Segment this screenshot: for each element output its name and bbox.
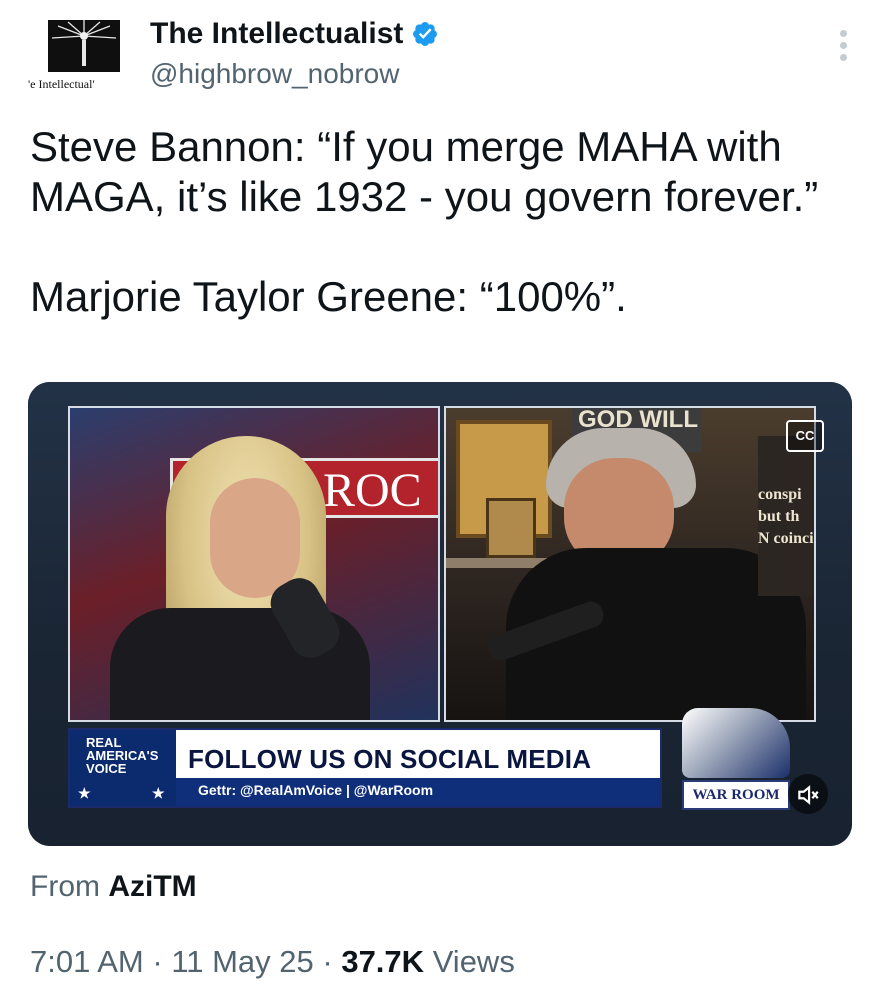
closed-captions-button[interactable]: CC (786, 420, 824, 452)
tweet-paragraph: Marjorie Taylor Greene: “100%”. (30, 273, 627, 320)
views-label: Views (432, 944, 515, 979)
person-face (210, 478, 300, 598)
source-prefix: From (30, 870, 100, 903)
picture-frame (486, 498, 536, 558)
tweet-text: Steve Bannon: “If you merge MAHA with MA… (30, 122, 850, 322)
author-display-name[interactable]: The Intellectualist (150, 17, 403, 51)
banner-headline: FOLLOW US ON SOCIAL MEDIA (188, 744, 592, 774)
tweet-paragraph: Steve Bannon: “If you merge MAHA with MA… (30, 123, 819, 220)
separator: · (152, 944, 172, 979)
network-logo: REAL AMERICA'S VOICE ★ ★ (70, 730, 176, 806)
tweet-date[interactable]: 11 May 25 (171, 944, 313, 979)
author-handle[interactable]: @highbrow_nobrow (150, 58, 399, 90)
side-sign: conspi but th N coinci (758, 436, 814, 596)
lower-third-banner: REAL AMERICA'S VOICE ★ ★ FOLLOW US ON SO… (68, 728, 662, 808)
war-room-label: WAR ROOM (682, 780, 790, 810)
views-count: 37.7K (341, 944, 425, 979)
video-player[interactable]: ROC GOD WILL BE conspi but th N coinci C… (28, 382, 852, 846)
video-pane-left: ROC (68, 406, 440, 722)
banner-subtext: Gettr: @RealAmVoice | @WarRoom (198, 782, 434, 798)
speaker-muted-icon (798, 784, 819, 805)
star-icon: ★ (152, 785, 165, 801)
star-icon: ★ (78, 785, 91, 801)
network-logo-text: REAL AMERICA'S VOICE (86, 735, 159, 776)
tweet-header: 'e Intellectual' The Intellectualist @hi… (0, 0, 880, 110)
video-pane-right: GOD WILL BE conspi but th N coinci (444, 406, 816, 722)
author-name-row[interactable]: The Intellectualist (150, 14, 439, 54)
verified-badge-icon (413, 22, 438, 46)
tweet-meta: 7:01 AM · 11 May 25 · 37.7K Views (30, 944, 515, 980)
separator: · (322, 944, 342, 979)
tweet-time[interactable]: 7:01 AM (30, 944, 144, 979)
mute-button[interactable] (788, 774, 828, 814)
more-options-icon[interactable] (838, 30, 848, 66)
source-attribution: From AziTM (30, 870, 197, 904)
avatar[interactable]: 'e Intellectual' (28, 20, 138, 100)
source-name[interactable]: AziTM (108, 870, 196, 903)
eagle-flag-icon (682, 708, 790, 778)
avatar-caption: 'e Intellectual' (28, 77, 95, 91)
avatar-image (48, 20, 120, 72)
